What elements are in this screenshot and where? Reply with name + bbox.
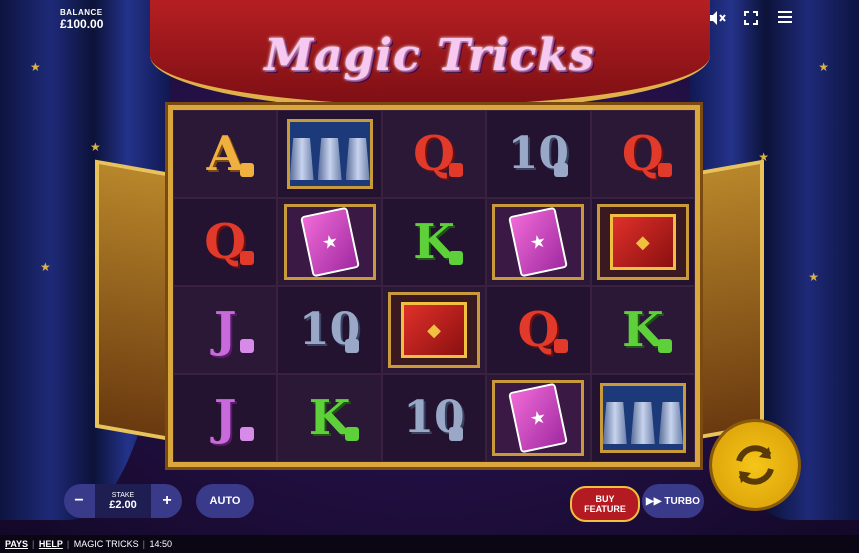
buy-feature-line1: BUY	[595, 494, 615, 504]
reel-grid: A Q 10 Q Q ★ K ★ ◆ J 10 ◆ Q K J K 10 ★	[168, 105, 700, 467]
dice-icon	[449, 427, 464, 441]
playing-cards-symbol: ★	[492, 204, 585, 280]
balance-display: BALANCE £100.00	[60, 8, 103, 31]
dice-icon	[449, 163, 464, 177]
star-decoration: ★	[40, 260, 51, 274]
reel-cell: 10	[486, 110, 591, 198]
reel-cell: Q	[590, 110, 695, 198]
pays-link[interactable]: PAYS	[5, 539, 28, 549]
star-decoration: ★	[90, 140, 101, 154]
balance-label: BALANCE	[60, 8, 103, 17]
dice-icon	[240, 427, 255, 441]
playing-cards-symbol: ★	[283, 204, 376, 280]
reel-cell: Q	[173, 198, 278, 286]
turbo-label: TURBO	[664, 495, 700, 507]
stake-decrease-button[interactable]: −	[64, 484, 94, 518]
reel-cell: Q	[381, 110, 487, 198]
reel-cell: ★	[277, 198, 382, 286]
game-logo: Magic Tricks	[264, 30, 595, 81]
menu-icon[interactable]	[776, 10, 794, 26]
dice-icon	[449, 251, 464, 265]
dice-icon	[553, 163, 568, 177]
stake-increase-button[interactable]: +	[152, 484, 182, 518]
reel-cell	[590, 374, 695, 462]
footer-time: 14:50	[149, 539, 172, 549]
mute-icon[interactable]	[708, 10, 726, 26]
reel-cell: Q	[486, 286, 591, 374]
spin-arrows-icon	[736, 445, 774, 485]
reel-cell: 10	[277, 286, 382, 374]
buy-feature-button[interactable]: BUY FEATURE	[570, 486, 640, 522]
symbol-j: J	[213, 302, 237, 358]
magic-cups-symbol	[286, 119, 373, 189]
dice-icon	[240, 163, 255, 177]
dice-icon	[344, 427, 359, 441]
reel-cell	[277, 110, 382, 198]
magic-box-symbol: ◆	[387, 292, 480, 368]
reel-cell: ★	[486, 198, 591, 286]
dice-icon	[240, 339, 255, 353]
dice-icon	[658, 163, 672, 177]
playing-cards-symbol: ★	[492, 380, 585, 456]
dice-icon	[553, 339, 568, 353]
reel-cell: ◆	[590, 198, 695, 286]
reel-cell: K	[590, 286, 695, 374]
reel-cell: J	[173, 286, 278, 374]
magic-box-symbol: ◆	[596, 204, 689, 280]
reel-cell: 10	[381, 374, 487, 462]
stake-label: STAKE	[111, 491, 135, 499]
stake-control: − STAKE £2.00 +	[64, 484, 182, 518]
magic-cups-symbol	[599, 383, 686, 453]
dice-icon	[240, 251, 255, 265]
reel-cell: ◆	[381, 286, 487, 374]
reel-cell: A	[173, 110, 278, 198]
symbol-a: A	[206, 126, 244, 182]
footer-bar: PAYS | HELP | MAGIC TRICKS | 14:50	[0, 535, 859, 553]
dice-icon	[344, 339, 359, 353]
fullscreen-icon[interactable]	[742, 10, 760, 26]
fast-forward-icon: ▶▶	[646, 495, 662, 507]
reel-cell: K	[277, 374, 382, 462]
balance-value: £100.00	[60, 17, 104, 31]
spin-button[interactable]	[712, 422, 798, 508]
reel-cell: ★	[486, 374, 591, 462]
stake-value: £2.00	[109, 498, 137, 511]
reel-cell: K	[381, 198, 487, 286]
help-link[interactable]: HELP	[39, 539, 63, 549]
dice-icon	[658, 339, 672, 353]
star-decoration: ★	[808, 270, 819, 284]
auto-button[interactable]: AUTO	[196, 484, 254, 518]
stake-display: STAKE £2.00	[95, 484, 151, 518]
reel-cell: J	[173, 374, 278, 462]
symbol-j: J	[213, 390, 237, 446]
footer-game-name: MAGIC TRICKS	[73, 539, 139, 549]
buy-feature-line2: FEATURE	[584, 504, 626, 514]
turbo-button[interactable]: ▶▶ TURBO	[642, 484, 704, 518]
